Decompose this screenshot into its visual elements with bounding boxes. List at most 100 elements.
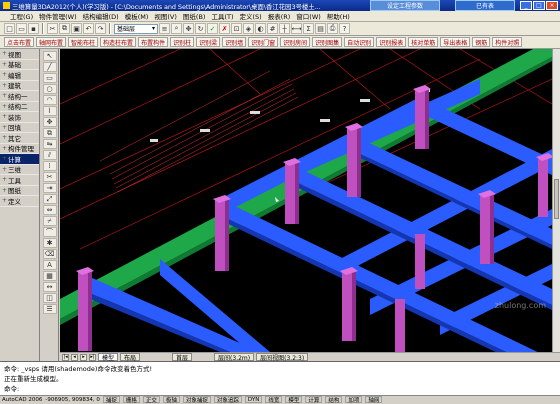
minimize-button[interactable]: _ [520, 1, 532, 10]
status-toggle[interactable]: 捕捉 [102, 396, 120, 404]
offset-icon[interactable]: ⫽ [42, 150, 57, 160]
function-button[interactable]: 识别报表 [376, 37, 407, 47]
select-icon[interactable]: ↖ [42, 51, 57, 61]
pan-icon[interactable]: ✥ [183, 23, 194, 34]
function-button[interactable]: 轴网布置 [36, 37, 67, 47]
status-toggle[interactable]: 正交 [142, 396, 160, 404]
model-viewport[interactable]: zhulong.com [60, 49, 552, 352]
undo-icon[interactable]: ↶ [83, 23, 94, 34]
paste-icon[interactable]: ▣ [71, 23, 82, 34]
vertical-scrollbar[interactable] [552, 49, 560, 352]
status-toggle[interactable]: 对象追踪 [213, 396, 242, 404]
tab-plan[interactable]: 首层 [172, 353, 193, 362]
status-toggle[interactable]: 对象捕捉 [182, 396, 211, 404]
menu-item[interactable]: 定义(S) [239, 11, 261, 21]
properties-icon[interactable]: ☰ [42, 304, 57, 314]
sidebar-item[interactable]: + 结构二 [0, 102, 39, 112]
scale-icon[interactable]: ⤢ [42, 194, 57, 204]
menu-item[interactable]: 模板(M) [125, 11, 149, 21]
fillet-icon[interactable]: ⌒ [42, 227, 57, 237]
menu-item[interactable]: 物件管理(W) [39, 11, 77, 21]
tab-model[interactable]: 模型 [98, 353, 119, 362]
save-icon[interactable]: ▪ [28, 23, 39, 34]
status-toggle[interactable]: 极轴 [162, 396, 180, 404]
sidebar-item[interactable]: + 建筑 [0, 81, 39, 91]
move-icon[interactable]: ✥ [42, 117, 57, 127]
polyline-icon[interactable]: ⌇ [42, 106, 57, 116]
command-prompt[interactable]: 命令: [4, 384, 556, 394]
sidebar-item[interactable]: + 编辑 [0, 70, 39, 81]
sidebar-item[interactable]: + 计算 [0, 154, 39, 165]
scroll-thumb[interactable] [554, 179, 559, 219]
function-button[interactable]: 核对单筋 [408, 37, 439, 47]
array-icon[interactable]: ⁞ [42, 161, 57, 171]
tab-view-tail[interactable]: 层间视图(3.2:3) [256, 353, 309, 362]
sidebar-item[interactable]: + 结构一 [0, 91, 39, 102]
cut-icon[interactable]: ✂ [47, 23, 58, 34]
tab-prev-button[interactable]: ◂ [71, 353, 78, 361]
status-right-item[interactable]: 计算 [305, 396, 323, 404]
function-button[interactable]: 识别房间 [280, 37, 311, 47]
sidebar-item[interactable]: + 回填 [0, 123, 39, 133]
render-icon[interactable]: ◐ [255, 23, 266, 34]
close-button[interactable]: × [546, 1, 558, 10]
trim-icon[interactable]: ✂ [42, 172, 57, 182]
rotate-icon[interactable]: ↻ [195, 23, 206, 34]
sidebar-item[interactable]: + 其它 [0, 133, 39, 144]
menu-item[interactable]: 视图(V) [154, 11, 177, 21]
view-3d-icon[interactable]: ◈ [243, 23, 254, 34]
explode-icon[interactable]: ✱ [42, 238, 57, 248]
break-icon[interactable]: ⌿ [42, 216, 57, 226]
function-button[interactable]: 点击布置 [4, 37, 35, 47]
tab-first-button[interactable]: |◂ [62, 353, 69, 361]
measure-icon[interactable]: ⟷ [291, 23, 302, 34]
open-file-icon[interactable]: ▭ [16, 23, 27, 34]
floor-select[interactable]: 基础层 ▾ [114, 23, 158, 34]
rect-icon[interactable]: ▭ [42, 73, 57, 83]
existing-table-button[interactable]: 已有表 [455, 0, 515, 11]
status-toggle[interactable]: 线宽 [265, 396, 283, 404]
new-file-icon[interactable]: □ [4, 23, 15, 34]
redo-icon[interactable]: ↷ [95, 23, 106, 34]
menu-item[interactable]: 工程(G) [10, 11, 33, 21]
sidebar-item[interactable]: + 三维 [0, 165, 39, 175]
report-icon[interactable]: ▤ [315, 23, 326, 34]
sidebar-item[interactable]: + 定义 [0, 196, 39, 207]
hatch-icon[interactable]: ▦ [42, 271, 57, 281]
function-button[interactable]: 智能布柱 [68, 37, 99, 47]
maximize-button[interactable]: □ [533, 1, 545, 10]
circle-icon[interactable]: ○ [42, 84, 57, 94]
block-icon[interactable]: ◫ [42, 293, 57, 303]
function-button[interactable]: 布置构件 [138, 37, 169, 47]
menu-item[interactable]: 窗口(W) [296, 11, 321, 21]
set-project-params-button[interactable]: 设定工程参数 [370, 0, 440, 11]
arc-icon[interactable]: ◠ [42, 95, 57, 105]
sidebar-item[interactable]: + 装饰 [0, 112, 39, 123]
function-button[interactable]: 构造柱布置 [100, 37, 137, 47]
sidebar-item[interactable]: + 视图 [0, 49, 39, 60]
function-button[interactable]: 构件对照 [492, 37, 523, 47]
check-icon[interactable]: ✓ [207, 23, 218, 34]
menu-item[interactable]: 报表(R) [268, 11, 291, 21]
status-right-item[interactable]: 结构 [325, 396, 343, 404]
mirror-icon[interactable]: ⇋ [42, 139, 57, 149]
help-icon[interactable]: ? [339, 23, 350, 34]
status-right-item[interactable]: 轴网 [365, 396, 383, 404]
status-toggle[interactable]: DYN [244, 396, 263, 403]
cross-icon[interactable]: ✗ [219, 23, 230, 34]
function-button[interactable]: 识别门窗 [248, 37, 279, 47]
grid-icon[interactable]: # [267, 23, 278, 34]
line-icon[interactable]: ╱ [42, 62, 57, 72]
menu-item[interactable]: 帮助(H) [327, 11, 350, 21]
tab-next-button[interactable]: ▸ [80, 353, 87, 361]
command-window[interactable]: 命令: _vsps 请用(shademode)命令改变着色方式! 正在重新生成模… [0, 361, 560, 395]
sidebar-item[interactable]: + 图纸 [0, 186, 39, 196]
function-button[interactable]: 识别图集 [312, 37, 343, 47]
tab-last-button[interactable]: ▸| [89, 353, 96, 361]
function-button[interactable]: 自动识别 [344, 37, 375, 47]
sidebar-item[interactable]: + 基础 [0, 60, 39, 70]
function-button[interactable]: 识别梁 [196, 37, 221, 47]
status-toggle[interactable]: 栅格 [122, 396, 140, 404]
calc-icon[interactable]: Σ [303, 23, 314, 34]
axis-icon[interactable]: ┼ [279, 23, 290, 34]
